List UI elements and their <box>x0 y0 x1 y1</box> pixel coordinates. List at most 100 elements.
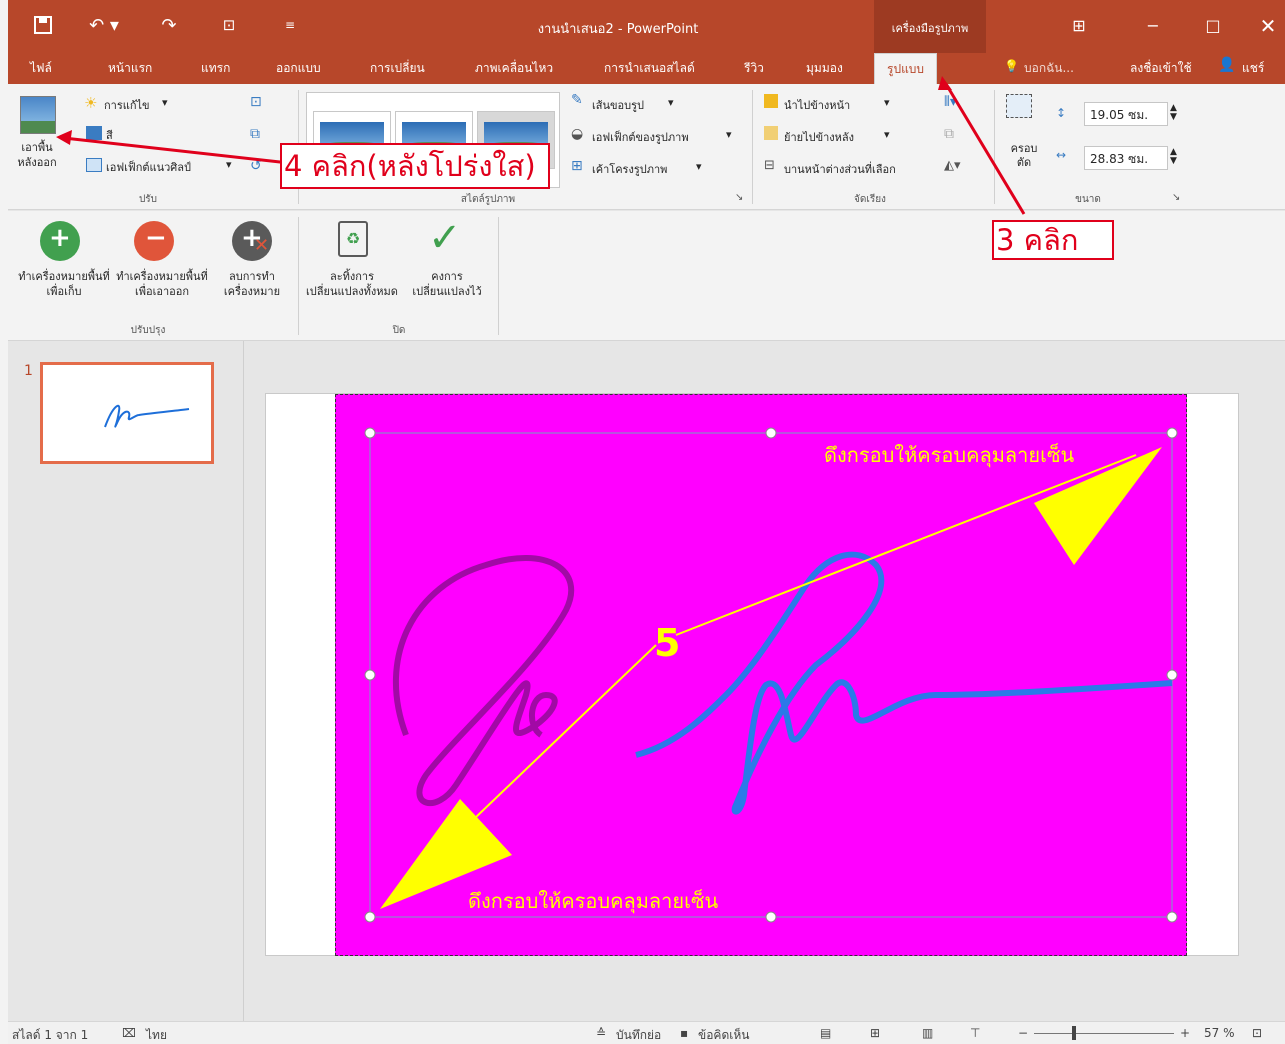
signature-thumbnail <box>104 404 190 428</box>
tab-insert[interactable]: แทรก <box>201 59 230 78</box>
picture-styles-group-label: สไตล์รูปภาพ <box>460 194 516 205</box>
change-picture-icon[interactable]: ⧉ <box>250 126 260 142</box>
tab-home[interactable]: หน้าแรก <box>108 59 152 78</box>
picture-layout-button[interactable]: เค้าโครงรูปภาพ <box>592 160 667 178</box>
tab-slideshow[interactable]: การนำเสนอสไลด์ <box>604 59 695 78</box>
group-icon[interactable]: ⧉ <box>944 126 954 142</box>
undo-icon[interactable]: ↶ ▾ <box>84 10 124 40</box>
reading-view-icon[interactable]: ▥ <box>922 1026 933 1040</box>
height-spinner-icon[interactable]: ▲ ▼ <box>1170 104 1177 122</box>
compress-pictures-icon[interactable]: ⊡ <box>250 94 262 110</box>
keep-changes-button[interactable]: คงการเปลี่ยนแปลงไว้ <box>404 269 490 299</box>
step5-label: 5 <box>654 621 681 665</box>
normal-view-icon[interactable]: ▤ <box>820 1026 831 1040</box>
tab-review[interactable]: รีวิว <box>744 59 764 78</box>
tab-design[interactable]: ออกแบบ <box>276 59 321 78</box>
selection-pane-button[interactable]: บานหน้าต่างส่วนที่เลือก <box>784 160 896 178</box>
tell-me-search[interactable]: บอกฉัน... <box>1024 59 1074 78</box>
spelling-icon[interactable]: ⌧ <box>122 1026 136 1040</box>
send-backward-chevron-icon[interactable]: ▾ <box>884 128 890 141</box>
corrections-button[interactable]: การแก้ไข <box>104 96 150 114</box>
slide-number: 1 <box>24 363 33 379</box>
present-icon[interactable]: ⊡ <box>214 10 244 40</box>
picture-border-icon: ✎ <box>571 92 583 108</box>
save-icon[interactable] <box>30 10 56 40</box>
customize-icon[interactable]: ≡ <box>280 10 300 40</box>
zoom-slider-thumb[interactable] <box>1072 1026 1076 1040</box>
bring-forward-button[interactable]: นำไปข้างหน้า <box>784 96 850 114</box>
zoom-level[interactable]: 57 % <box>1204 1026 1235 1040</box>
tab-animations[interactable]: ภาพเคลื่อนไหว <box>475 59 553 78</box>
tab-file[interactable]: ไฟล์ <box>30 59 52 78</box>
sign-in-link[interactable]: ลงชื่อเข้าใช้ <box>1130 59 1192 78</box>
ribbon-tabs: ไฟล์ หน้าแรก แทรก ออกแบบ การเปลี่ยน ภาพเ… <box>8 53 1285 84</box>
status-bar: สไลด์ 1 จาก 1 ⌧ ไทย ≙ บันทึกย่อ ▪ ข้อคิด… <box>8 1021 1285 1044</box>
send-backward-button[interactable]: ย้ายไปข้างหลัง <box>784 128 854 146</box>
crop-button[interactable]: ครอบตัด <box>1006 142 1042 170</box>
width-field[interactable]: 28.83 ซม. <box>1084 146 1168 170</box>
delete-mark-icon[interactable]: + ✕ <box>232 221 272 261</box>
reset-picture-icon[interactable]: ↺ <box>250 158 262 174</box>
discard-changes-icon[interactable]: ♻ <box>338 221 368 257</box>
picture-border-button[interactable]: เส้นขอบรูป <box>592 96 644 114</box>
zoom-slider[interactable] <box>1034 1033 1174 1034</box>
comments-button[interactable]: ข้อคิดเห็น <box>698 1026 749 1044</box>
picture-effects-button[interactable]: เอฟเฟ็กต์ของรูปภาพ <box>592 128 689 146</box>
selection-pane-icon: ⊟ <box>764 158 775 173</box>
comments-icon: ▪ <box>680 1026 689 1040</box>
zoom-out-icon[interactable]: − <box>1018 1026 1028 1040</box>
delete-mark-button[interactable]: ลบการทำเครื่องหมาย <box>216 269 288 299</box>
mark-keep-icon[interactable]: + <box>40 221 80 261</box>
width-icon: ↔ <box>1056 148 1067 162</box>
discard-changes-button[interactable]: ละทิ้งการเปลี่ยนแปลงทั้งหมด <box>306 269 398 299</box>
artistic-effects-button[interactable]: เอฟเฟ็กต์แนวศิลป์ <box>106 158 191 176</box>
refine-group-label: ปรับปรุง <box>130 325 166 336</box>
crop-icon[interactable] <box>1006 94 1032 118</box>
layout-chevron-icon[interactable]: ▾ <box>696 160 702 173</box>
slideshow-view-icon[interactable]: ⊤ <box>970 1026 980 1040</box>
remove-background-icon[interactable] <box>20 96 56 134</box>
share-button[interactable]: แชร์ <box>1242 59 1264 78</box>
redo-icon[interactable]: ↷ <box>156 10 182 40</box>
artistic-chevron-icon[interactable]: ▾ <box>226 158 232 171</box>
minimize-icon[interactable]: − <box>1138 14 1168 38</box>
remove-background-button[interactable]: เอาพื้นหลังออก <box>12 140 62 170</box>
window-title: งานนำเสนอ2 - PowerPoint <box>537 22 699 37</box>
color-button[interactable]: สี <box>106 126 113 144</box>
slide-canvas: 5 ดึงกรอบให้ครอบคลุมลายเซ็น ดึงกรอบให้คร… <box>265 393 1239 956</box>
close-icon[interactable]: ✕ <box>1253 14 1283 38</box>
picture-effects-icon: ◒ <box>571 126 584 142</box>
signature-drawing <box>364 427 1178 923</box>
size-group-label: ขนาด <box>1075 194 1101 205</box>
slide-thumbnail[interactable] <box>40 362 214 464</box>
separator <box>752 90 753 204</box>
signature-picture[interactable]: 5 ดึงกรอบให้ครอบคลุมลายเซ็น ดึงกรอบให้คร… <box>335 394 1187 956</box>
mark-remove-button[interactable]: ทำเครื่องหมายพื้นที่เพื่อเอาออก <box>114 269 210 299</box>
title-bar: ↶ ▾ ↷ ⊡ ≡ งานนำเสนอ2 - PowerPoint เครื่อ… <box>8 0 1285 53</box>
styles-dialog-launcher-icon[interactable]: ↘ <box>735 192 743 203</box>
width-spinner-icon[interactable]: ▲ ▼ <box>1170 148 1177 166</box>
height-field[interactable]: 19.05 ซม. <box>1084 102 1168 126</box>
fit-slide-icon[interactable]: ⊡ <box>1252 1026 1262 1040</box>
size-dialog-launcher-icon[interactable]: ↘ <box>1172 192 1180 203</box>
language-indicator[interactable]: ไทย <box>146 1026 167 1044</box>
color-icon <box>86 126 102 140</box>
keep-changes-icon[interactable]: ✓ <box>428 215 462 261</box>
tab-format[interactable]: รูปแบบ <box>874 53 938 84</box>
corrections-chevron-icon[interactable]: ▾ <box>162 96 168 109</box>
mark-keep-button[interactable]: ทำเครื่องหมายพื้นที่เพื่อเก็บ <box>14 269 114 299</box>
tab-transitions[interactable]: การเปลี่ยน <box>370 59 425 78</box>
effects-chevron-icon[interactable]: ▾ <box>726 128 732 141</box>
slide-editor: 5 ดึงกรอบให้ครอบคลุมลายเซ็น ดึงกรอบให้คร… <box>245 341 1285 1021</box>
ribbon-display-icon[interactable]: ⊞ <box>1064 14 1094 38</box>
zoom-in-icon[interactable]: + <box>1180 1026 1190 1040</box>
align-icon[interactable]: ⫴▾ <box>944 94 957 110</box>
maximize-icon[interactable]: □ <box>1198 14 1228 38</box>
tab-view[interactable]: มุมมอง <box>806 59 843 78</box>
mark-remove-icon[interactable]: − <box>134 221 174 261</box>
bring-forward-chevron-icon[interactable]: ▾ <box>884 96 890 109</box>
rotate-icon[interactable]: ◭▾ <box>944 158 961 173</box>
border-chevron-icon[interactable]: ▾ <box>668 96 674 109</box>
notes-button[interactable]: บันทึกย่อ <box>616 1026 661 1044</box>
slide-sorter-icon[interactable]: ⊞ <box>870 1026 880 1040</box>
